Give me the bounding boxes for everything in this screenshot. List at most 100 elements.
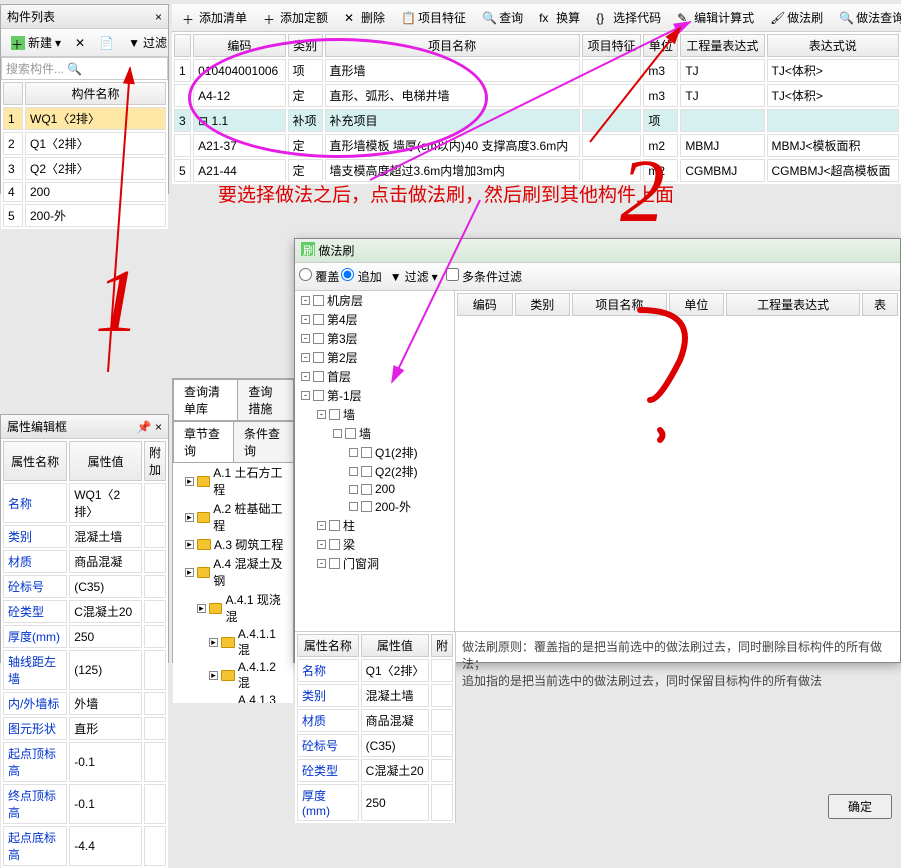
prop-val[interactable]: Q1〈2排〉 [361, 659, 429, 682]
tree-node[interactable]: -第3层 [295, 329, 454, 348]
prop-key[interactable]: 名称 [3, 483, 67, 523]
tree-node[interactable]: -第-1层 [295, 386, 454, 405]
prop-key[interactable]: 内/外墙标 [3, 692, 67, 715]
prop-key[interactable]: 砼标号 [297, 734, 359, 757]
row-num: 4 [3, 182, 23, 202]
tree-node[interactable]: ▸A.2 桩基础工程 [173, 499, 293, 535]
prop-val[interactable]: (125) [69, 650, 142, 690]
prop-key[interactable]: 起点底标高 [3, 826, 67, 866]
prop-key[interactable]: 轴线距左墙 [3, 650, 67, 690]
toolbar-删除[interactable]: ✕删除 [338, 6, 391, 29]
prop-val[interactable]: 混凝土墙 [69, 525, 142, 548]
prop-val[interactable]: 250 [69, 625, 142, 648]
prop-val[interactable]: C混凝土20 [361, 759, 429, 782]
prop-val[interactable]: (C35) [361, 734, 429, 757]
prop-val[interactable]: -4.4 [69, 826, 142, 866]
delete-icon[interactable]: ✕ [69, 33, 91, 53]
toolbar-添加定额[interactable]: ＋添加定额 [257, 6, 334, 29]
opt-cover[interactable]: 覆盖 [299, 268, 339, 285]
tab-condition[interactable]: 条件查询 [233, 421, 294, 462]
prop-val[interactable]: (C35) [69, 575, 142, 598]
tree-node[interactable]: ▸A.4.1.3 混 [173, 692, 293, 703]
tree-node[interactable]: -机房层 [295, 291, 454, 310]
prop-val[interactable]: WQ1〈2排〉 [69, 483, 142, 523]
prop-key[interactable]: 类别 [3, 525, 67, 548]
filter-button[interactable]: ▼过滤 ▾ [122, 31, 168, 54]
prop-val[interactable]: -0.1 [69, 784, 142, 824]
prop-val[interactable]: 250 [361, 784, 429, 821]
filter-button[interactable]: ▼过滤 ▾ [384, 265, 444, 288]
annotation-text: 要选择做法之后，点击做法刷，然后刷到其他构件上面 [218, 180, 674, 207]
list-item[interactable]: Q2〈2排〉 [25, 157, 166, 180]
tab-query-measure[interactable]: 查询措施 [237, 379, 294, 420]
prop-key[interactable]: 名称 [297, 659, 359, 682]
prop-key[interactable]: 图元形状 [3, 717, 67, 740]
prop-key[interactable]: 厚度(mm) [3, 625, 67, 648]
table-row[interactable]: 5A21-44定墙支模高度超过3.6m内增加3m内m2CGMBMJCGMBMJ<… [174, 159, 899, 182]
tree-node[interactable]: -第2层 [295, 348, 454, 367]
tree-node[interactable]: ▸A.1 土石方工程 [173, 463, 293, 499]
prop-val[interactable]: 商品混凝 [361, 709, 429, 732]
multi-filter[interactable]: 多条件过滤 [446, 268, 522, 285]
list-item[interactable]: WQ1〈2排〉 [25, 107, 166, 130]
close-icon[interactable]: × [155, 10, 162, 24]
prop-val[interactable]: 混凝土墙 [361, 684, 429, 707]
toolbar-选择代码[interactable]: {}选择代码 [590, 6, 667, 29]
prop-val[interactable]: 商品混凝 [69, 550, 142, 573]
tab-chapter[interactable]: 章节查询 [173, 421, 234, 462]
prop-key[interactable]: 砼类型 [297, 759, 359, 782]
table-row[interactable]: 3⊟ 1.1补项补充项目项 [174, 109, 899, 132]
tree-node[interactable]: 200 [295, 481, 454, 497]
prop-key[interactable]: 类别 [297, 684, 359, 707]
toolbar-做法刷[interactable]: 🖌做法刷 [764, 6, 829, 29]
tree-node[interactable]: 墙 [295, 424, 454, 443]
copy-icon[interactable]: 📄 [93, 33, 120, 53]
prop-val[interactable]: 外墙 [69, 692, 142, 715]
list-item[interactable]: 200 [25, 182, 166, 202]
tree-node[interactable]: ▸A.4.1.2 混 [173, 659, 293, 692]
prop-val[interactable]: -0.1 [69, 742, 142, 782]
toolbar-查询[interactable]: 🔍查询 [476, 6, 529, 29]
dialog-title: 做法刷 [318, 244, 354, 258]
prop-key[interactable]: 材质 [3, 550, 67, 573]
tree-node[interactable]: -第4层 [295, 310, 454, 329]
pin-icon[interactable]: 📌 [137, 420, 152, 434]
search-input[interactable]: 搜索构件... 🔍 [1, 57, 168, 80]
table-row[interactable]: A21-37定直形墙模板 墙厚(cm以内)40 支撑高度3.6m内m2MBMJM… [174, 134, 899, 157]
prop-val[interactable]: 直形 [69, 717, 142, 740]
prop-key[interactable]: 材质 [297, 709, 359, 732]
toolbar-换算[interactable]: fx换算 [533, 6, 586, 29]
new-button[interactable]: ＋新建 ▾ [5, 31, 67, 54]
tree-node[interactable]: ▸A.4.1 现浇混 [173, 590, 293, 626]
tree-node[interactable]: 200-外 [295, 497, 454, 516]
table-row[interactable]: 1010404001006项直形墙m3TJTJ<体积> [174, 59, 899, 82]
table-row[interactable]: A4-12定直形、弧形、电梯井墙m3TJTJ<体积> [174, 84, 899, 107]
prop-key[interactable]: 起点顶标高 [3, 742, 67, 782]
prop-val[interactable]: C混凝土20 [69, 600, 142, 623]
prop-key[interactable]: 砼类型 [3, 600, 67, 623]
list-item[interactable]: 200-外 [25, 204, 166, 227]
opt-add[interactable]: 追加 [341, 268, 381, 285]
tab-query-list[interactable]: 查询清单库 [173, 379, 238, 420]
tree-node[interactable]: Q1(2排) [295, 443, 454, 462]
toolbar-添加清单[interactable]: ＋添加清单 [176, 6, 253, 29]
ok-button[interactable]: 确定 [828, 794, 892, 819]
list-item[interactable]: Q1〈2排〉 [25, 132, 166, 155]
tree-node[interactable]: -梁 [295, 535, 454, 554]
prop-key[interactable]: 终点顶标高 [3, 784, 67, 824]
tree-node[interactable]: ▸A.4.1.1 混 [173, 626, 293, 659]
toolbar-项目特征[interactable]: 📋项目特征 [395, 6, 472, 29]
prop-key[interactable]: 砼标号 [3, 575, 67, 598]
prop-key[interactable]: 厚度(mm) [297, 784, 359, 821]
close-icon[interactable]: × [155, 420, 162, 434]
toolbar-做法查询[interactable]: 🔍做法查询 [833, 6, 901, 29]
tree-node[interactable]: Q2(2排) [295, 462, 454, 481]
tree-node[interactable]: ▸A.3 砌筑工程 [173, 535, 293, 554]
toolbar-编辑计算式[interactable]: ✎编辑计算式 [671, 6, 760, 29]
tree-node[interactable]: -墙 [295, 405, 454, 424]
tree-node[interactable]: -首层 [295, 367, 454, 386]
row-num: 2 [3, 132, 23, 155]
tree-node[interactable]: -柱 [295, 516, 454, 535]
tree-node[interactable]: -门窗洞 [295, 554, 454, 573]
tree-node[interactable]: ▸A.4 混凝土及钢 [173, 554, 293, 590]
